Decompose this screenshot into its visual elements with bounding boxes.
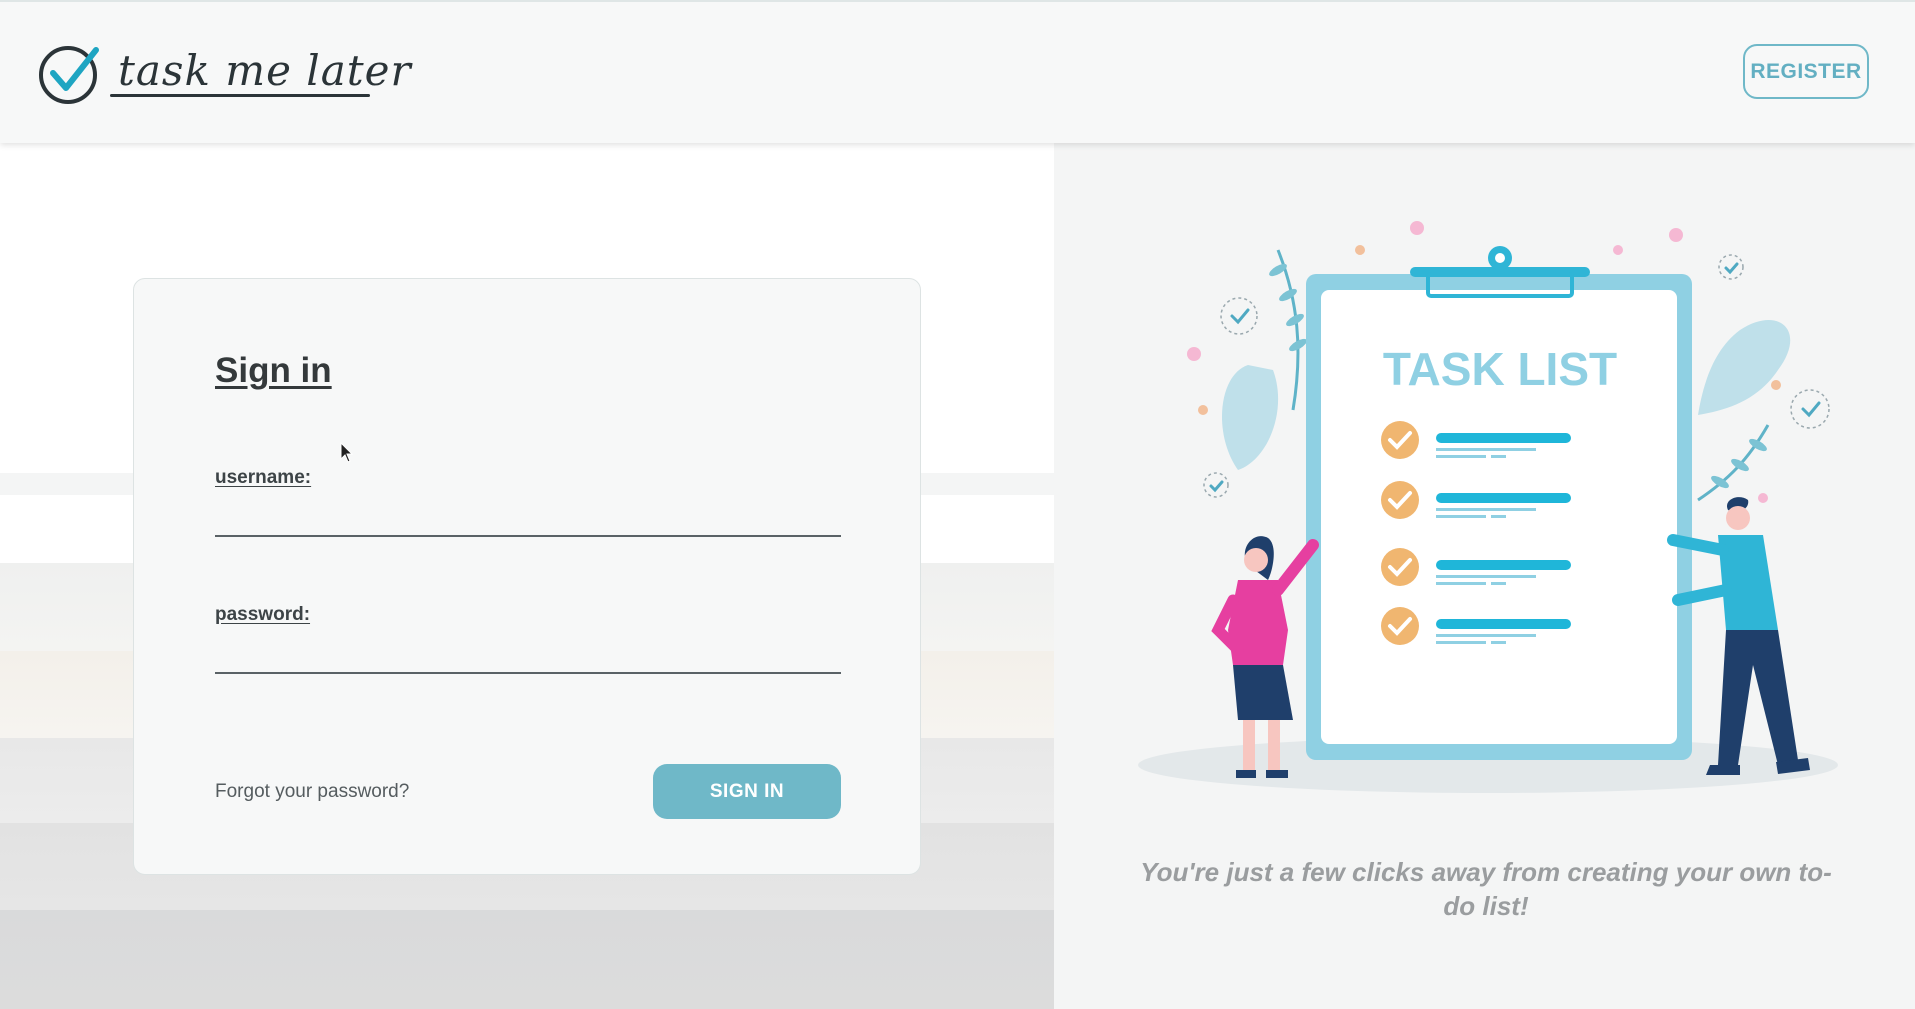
signin-card: Sign in username: password: Forgot your … [133, 278, 921, 875]
task-line [1436, 433, 1571, 443]
top-header: task me later REGISTER [0, 0, 1915, 143]
task-check-icon [1381, 481, 1419, 519]
password-input[interactable] [215, 638, 841, 674]
task-check-icon [1381, 421, 1419, 459]
logo[interactable]: task me later [38, 42, 411, 112]
task-check-icon [1381, 607, 1419, 645]
task-line [1436, 560, 1571, 570]
task-list-illustration: TASK LIST [1138, 221, 1838, 793]
signin-button[interactable]: SIGN IN [653, 764, 841, 819]
username-label: username: [215, 467, 312, 488]
check-circle-icon [39, 46, 99, 104]
username-input[interactable] [215, 501, 841, 537]
logo-underline [110, 94, 370, 97]
tagline: You're just a few clicks away from creat… [1140, 857, 1832, 921]
task-line [1436, 619, 1571, 629]
task-line [1436, 493, 1571, 503]
task-check-icon [1381, 548, 1419, 586]
illustration-title: TASK LIST [1383, 343, 1617, 395]
forgot-password-link[interactable]: Forgot your password? [215, 781, 409, 803]
register-button[interactable]: REGISTER [1743, 44, 1869, 99]
mouse-pointer-icon [340, 442, 354, 463]
password-label: password: [215, 604, 311, 625]
logo-text: task me later [118, 46, 412, 95]
signin-title: Sign in [215, 351, 332, 390]
